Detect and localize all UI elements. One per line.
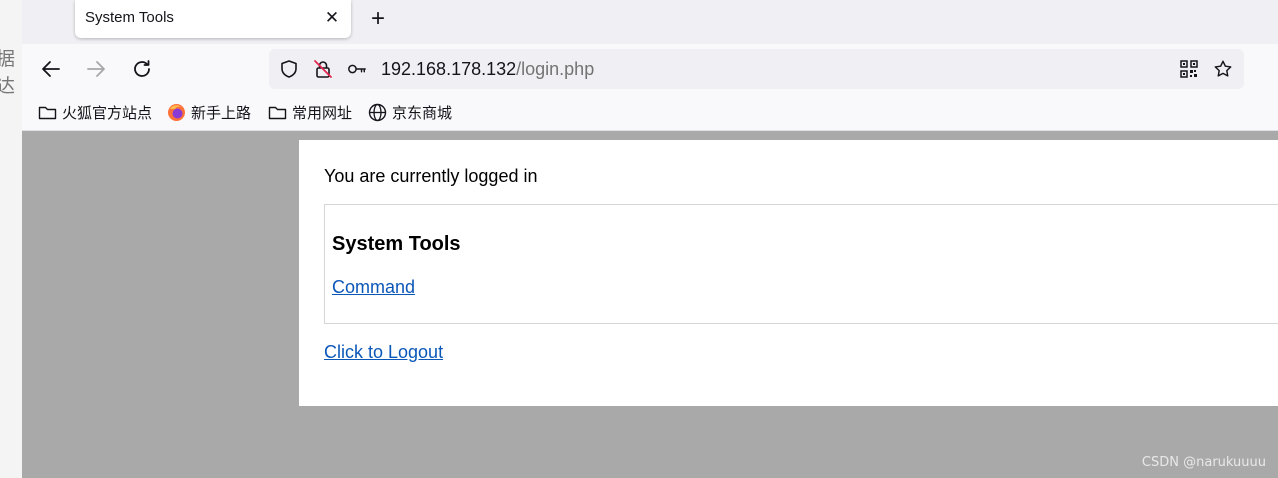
bookmark-label: 常用网址 [292, 103, 353, 122]
command-link[interactable]: Command [332, 277, 415, 298]
system-tools-box: System Tools Command [324, 204, 1278, 324]
watermark-text: CSDN @narukuuuu [1141, 455, 1266, 470]
bookmark-label: 新手上路 [191, 103, 252, 122]
page-viewport: You are currently logged in System Tools… [22, 131, 1278, 478]
arrow-right-icon [87, 61, 105, 77]
back-button[interactable] [36, 54, 66, 84]
bookmark-jd-mall[interactable]: 京东商城 [368, 102, 452, 122]
background-window-edge: 据达 [0, 0, 23, 478]
bookmark-getting-started[interactable]: 新手上路 [167, 102, 251, 122]
forward-button[interactable] [81, 54, 111, 84]
shield-icon[interactable] [279, 59, 299, 79]
reload-icon [134, 60, 150, 77]
star-icon[interactable] [1213, 59, 1233, 79]
tab-strip: System Tools ✕ + [22, 0, 1278, 44]
url-text[interactable]: 192.168.178.132/login.php [381, 59, 594, 80]
close-icon[interactable]: ✕ [321, 7, 343, 29]
tab-system-tools[interactable]: System Tools ✕ [75, 0, 351, 38]
url-host: 192.168.178.132 [381, 59, 517, 79]
reload-button[interactable] [127, 54, 157, 84]
browser-window: System Tools ✕ + 192.168.178.132/login.p… [22, 0, 1278, 478]
new-tab-button[interactable]: + [364, 5, 392, 33]
bookmark-label: 火狐官方站点 [62, 103, 153, 122]
insecure-lock-icon[interactable] [313, 59, 333, 79]
background-window-text: 据达 [0, 44, 22, 98]
bookmark-common-sites[interactable]: 常用网址 [268, 102, 352, 122]
navigation-toolbar: 192.168.178.132/login.php [22, 44, 1278, 94]
qr-code-icon[interactable] [1179, 59, 1199, 79]
firefox-icon [168, 103, 185, 121]
content-panel: You are currently logged in System Tools… [299, 140, 1278, 406]
folder-icon [38, 106, 57, 119]
tab-title: System Tools [85, 9, 174, 26]
address-bar[interactable]: 192.168.178.132/login.php [269, 49, 1244, 89]
login-status-text: You are currently logged in [324, 166, 538, 186]
system-tools-heading: System Tools [332, 233, 461, 255]
url-path: /login.php [516, 59, 595, 79]
globe-icon [368, 103, 387, 121]
arrow-left-icon [42, 61, 60, 77]
folder-icon [268, 106, 287, 119]
bookmark-label: 京东商城 [392, 103, 453, 122]
bookmark-firefox-official[interactable]: 火狐官方站点 [38, 102, 152, 122]
key-icon[interactable] [347, 59, 367, 79]
logout-link[interactable]: Click to Logout [324, 342, 443, 363]
bookmarks-toolbar: 火狐官方站点 新手上路 常用网址 京东商城 [22, 94, 1278, 131]
